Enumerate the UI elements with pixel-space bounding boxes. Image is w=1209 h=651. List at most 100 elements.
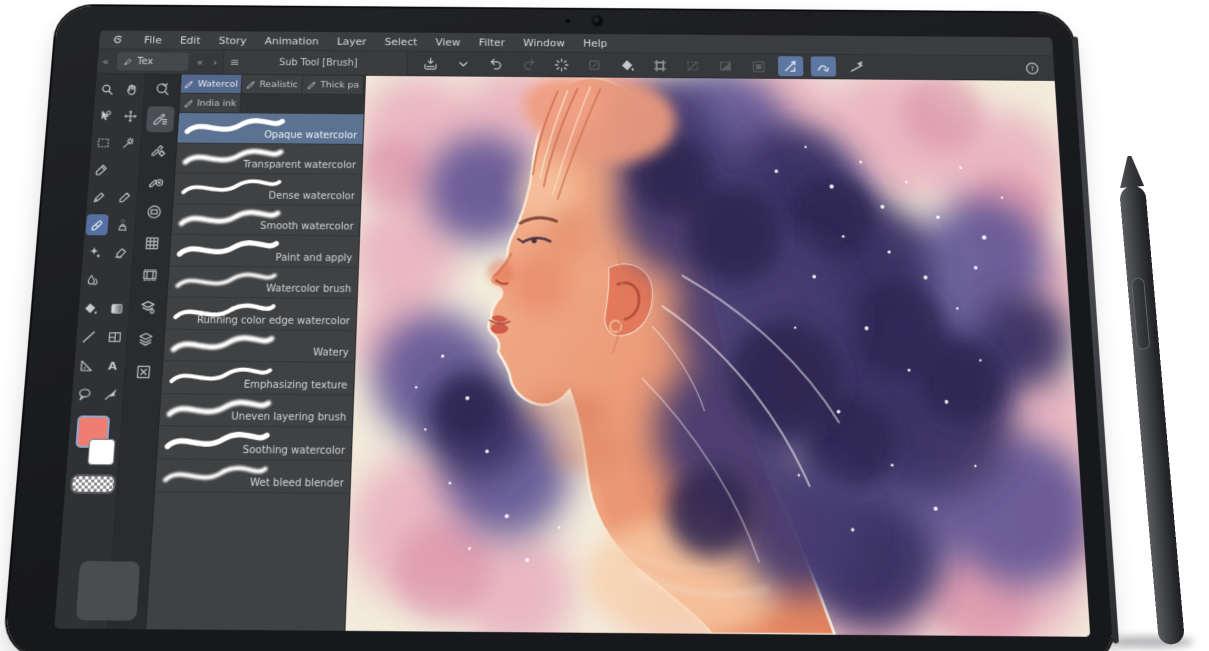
menu-item[interactable]: File [135,34,172,46]
subtool-tab-label: India ink [197,98,237,108]
zoom-icon [99,82,116,97]
menu-item[interactable]: View [426,36,470,48]
brush-list-item[interactable]: Wet bleed blender [155,459,351,494]
tool-button[interactable] [81,270,104,291]
menu-item[interactable]: Layer [328,35,376,47]
command-bar-button[interactable] [516,54,541,74]
move-icon [122,109,139,124]
palette-dock-button[interactable] [142,167,171,194]
transparent-color-swatch[interactable] [70,474,116,494]
tool-button[interactable] [83,242,106,263]
tool-button[interactable] [88,187,111,208]
tool-button[interactable] [103,326,127,348]
palette-dock-button[interactable] [133,293,163,321]
tool-button[interactable] [105,298,128,320]
tool-button[interactable] [113,187,136,208]
palette-dock-button[interactable] [131,326,161,354]
subtool-group-tab[interactable]: India ink [179,94,241,114]
command-bar-button[interactable] [811,56,837,76]
tool-button[interactable] [85,214,108,235]
brush-list-item[interactable]: Running color edge watercolor [165,297,356,330]
tool-button[interactable] [99,384,123,406]
tool-button[interactable] [92,133,115,154]
selection-marquee-icon [95,135,112,150]
palette-dock-button[interactable] [135,261,165,288]
command-bar-button[interactable] [778,56,804,76]
menu-bar-items: FileEditStoryAnimationLayerSelectViewFil… [135,34,617,49]
tool-button[interactable] [77,326,101,348]
brush-list-item[interactable]: Watery [163,329,355,362]
color-swatches [64,413,122,507]
panel-forward-chevron[interactable]: › [207,56,223,68]
command-bar-button[interactable] [450,54,476,74]
palette-dock-button[interactable] [148,76,177,102]
command-bar-button[interactable] [712,56,737,76]
tablet-device: FileEditStoryAnimationLayerSelectViewFil… [4,6,1115,651]
palette-dock-button[interactable] [128,358,158,386]
palette-dock-button[interactable] [144,137,173,163]
tool-button[interactable] [94,106,117,126]
collapse-panel-chevron[interactable]: « [97,55,113,67]
brush-list-item[interactable]: Watercolor brush [167,266,358,299]
panel-back-chevron[interactable]: « [192,56,208,68]
tool-button[interactable] [79,298,103,320]
layer-property-icon [138,298,157,316]
menu-item[interactable]: Window [514,37,574,49]
brush-list-item[interactable]: Opaque watercolor [177,113,363,144]
command-bar-button[interactable] [549,54,574,74]
command-bar [408,53,1055,78]
tool-button[interactable] [117,133,140,154]
command-bar-button[interactable] [614,55,639,75]
invert-selection-icon [717,58,734,74]
tool-button[interactable] [121,79,144,99]
brush-list-item[interactable]: Dense watercolor [173,173,361,205]
command-bar-button[interactable] [483,54,508,74]
sub-color-swatch[interactable] [87,439,115,466]
tool-button[interactable] [101,355,125,377]
clip-studio-paint-logo-icon [110,33,125,47]
menu-item[interactable]: Help [574,37,616,49]
s-pen-stylus [1119,185,1185,646]
menu-item[interactable]: Story [209,34,256,46]
menu-item[interactable]: Filter [470,36,515,48]
brush-list-item[interactable]: Uneven layering brush [159,394,353,428]
brush-list-item[interactable]: Emphasizing texture [161,361,354,395]
command-bar-button[interactable] [745,56,770,76]
brush-list-item[interactable]: Transparent watercolor [175,143,362,175]
selection-area-icon [749,58,766,74]
canvas-area[interactable] [345,76,1090,637]
subtool-group-tab[interactable]: Watercol [181,74,243,94]
panel-menu-icon[interactable]: ≡ [229,56,239,69]
palette-dock-button[interactable] [137,230,166,257]
brush-list-item[interactable]: Soothing watercolor [157,426,352,460]
brush-list-item[interactable]: Smooth watercolor [171,204,360,236]
brush-tab-icon [184,79,195,89]
command-bar-button[interactable] [680,55,705,75]
menu-item[interactable]: Select [375,36,426,48]
stylus-button [1131,277,1150,350]
tool-button[interactable] [111,214,134,235]
tool-button[interactable] [109,242,132,263]
tool-button[interactable] [119,106,142,126]
command-bar-button[interactable] [843,57,869,77]
brush-list-item[interactable]: Paint and apply [169,235,359,268]
command-bar-button[interactable] [417,53,443,73]
tool-button[interactable] [96,79,119,99]
clear-icon [586,57,602,73]
menu-item[interactable]: Animation [255,35,328,47]
canvas-artwork-watercolor-portrait [345,76,1090,637]
palette-dock-button[interactable] [146,106,175,132]
tool-button[interactable] [72,383,96,405]
command-bar-button[interactable] [581,55,606,75]
command-bar-button[interactable] [1019,58,1045,78]
menu-item[interactable]: Edit [171,34,210,46]
auto-select-icon [120,136,137,151]
tool-button[interactable] [75,355,99,377]
light-sensor [565,19,570,24]
subtool-group-tab[interactable]: Thick pa [302,75,364,95]
command-bar-button[interactable] [647,55,672,75]
palette-dock-button[interactable] [140,199,169,226]
tool-button[interactable] [90,160,113,181]
subtool-group-tab[interactable]: Realistic [241,75,303,95]
tool-tab[interactable]: Tex [116,52,188,71]
